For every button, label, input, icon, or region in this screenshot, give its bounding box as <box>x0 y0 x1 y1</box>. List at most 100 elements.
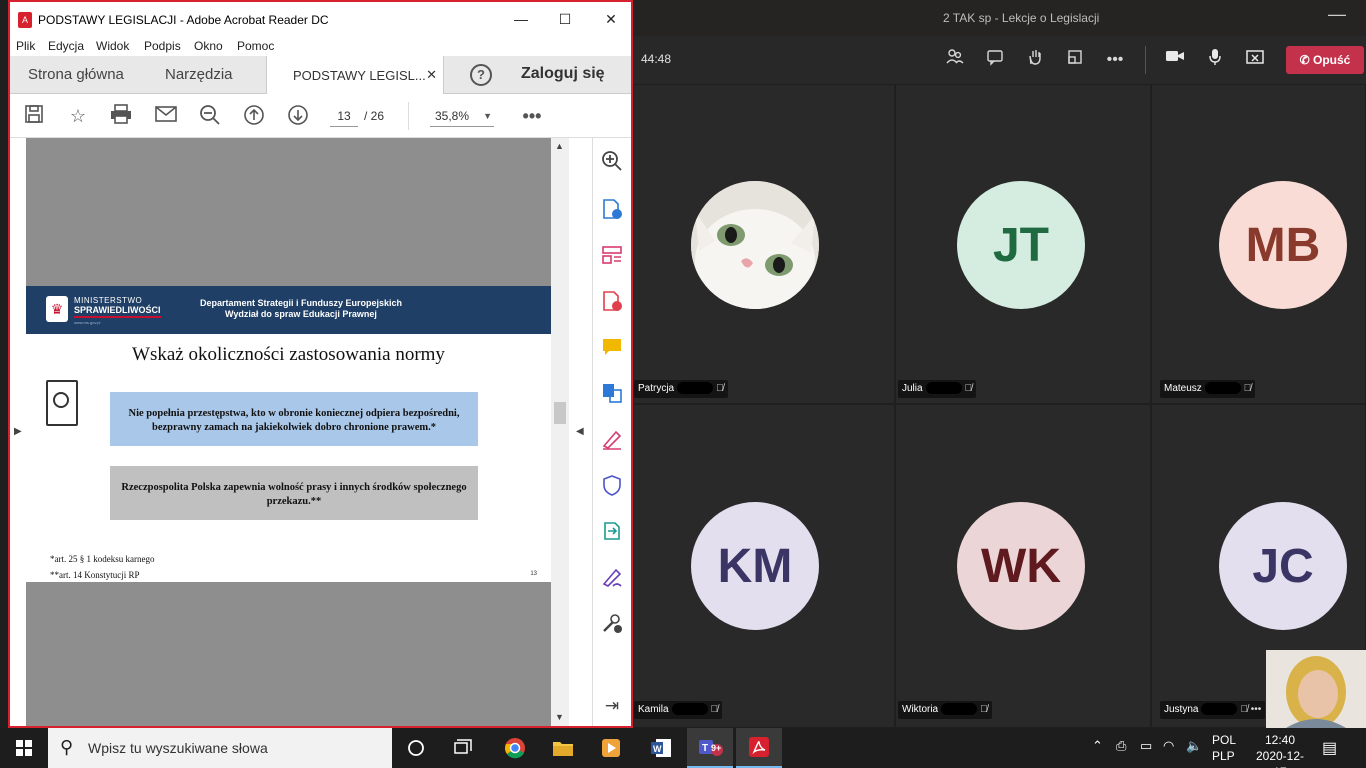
left-panel-toggle[interactable]: ▶ <box>10 138 26 726</box>
leave-meeting-button[interactable]: ✆ Opuść <box>1286 46 1364 74</box>
help-icon[interactable]: ? <box>470 64 492 86</box>
zoom-out-icon[interactable] <box>198 104 222 128</box>
protect-shield-icon[interactable] <box>600 474 624 498</box>
menu-plik[interactable]: Plik <box>16 39 35 53</box>
bookmark-star-icon[interactable]: ☆ <box>66 104 90 128</box>
participant-name-chip: Justyna 🎙̸ ••• <box>1160 701 1266 719</box>
participant-name-chip: Kamila 🎙̸ <box>634 701 723 719</box>
teams-minimize-button[interactable]: — <box>1328 4 1346 25</box>
signature-pen-icon[interactable] <box>600 566 624 590</box>
participant-name-chip: Wiktoria 🎙̸ <box>898 701 992 719</box>
chevron-right-icon: ▶ <box>14 426 22 437</box>
share-screen-icon[interactable] <box>1243 48 1267 72</box>
windows-start-icon[interactable] <box>0 728 48 768</box>
redaction-mark <box>671 703 708 716</box>
document-area: ▶ ♛ MINISTERSTWO SPRAWIEDLIWOŚCI www.ms.… <box>10 138 593 726</box>
media-player-icon[interactable] <box>588 728 634 768</box>
menu-okno[interactable]: Okno <box>194 39 223 53</box>
video-grid: Patrycja 🎙̸ JT Julia 🎙̸ MB Mateusz 🎙̸ KM Ka… <box>633 84 1366 728</box>
vertical-scrollbar[interactable]: ▲ ▼ <box>551 138 569 726</box>
redaction-mark <box>1201 703 1238 716</box>
comment-icon[interactable] <box>600 336 624 360</box>
minimize-button[interactable]: — <box>506 8 536 30</box>
mic-muted-icon: 🎙̸ <box>964 383 973 394</box>
page-view[interactable]: ♛ MINISTERSTWO SPRAWIEDLIWOŚCI www.ms.go… <box>26 138 551 726</box>
acrobat-tabs: Strona główna Narzędzia PODSTAWY LEGISL.… <box>10 56 631 94</box>
camera-icon[interactable] <box>1163 48 1187 72</box>
cortana-icon[interactable] <box>393 728 439 768</box>
acrobat-taskbar-icon[interactable] <box>736 728 782 768</box>
participant-tile[interactable]: WK Wiktoria 🎙̸ <box>895 404 1151 728</box>
more-tools-wrench-icon[interactable] <box>600 612 624 636</box>
norm-box-blue: Nie popełnia przestępstwa, kto w obronie… <box>110 392 478 446</box>
export-pdf-icon[interactable] <box>600 198 624 222</box>
search-placeholder: Wpisz tu wyszukiwane słowa <box>88 740 268 756</box>
volume-icon[interactable]: 🔈 <box>1186 738 1202 754</box>
chrome-icon[interactable] <box>492 728 538 768</box>
tray-chevron-up-icon[interactable]: ⌃ <box>1092 738 1103 754</box>
participant-tile[interactable]: Patrycja 🎙̸ <box>633 84 895 404</box>
zoom-in-icon[interactable] <box>600 150 624 174</box>
raise-hand-icon[interactable] <box>1023 48 1047 72</box>
sign-in-button[interactable]: Zaloguj się <box>521 65 605 83</box>
print-icon[interactable] <box>109 104 133 128</box>
save-icon[interactable] <box>22 104 46 128</box>
participant-tile[interactable]: MB Mateusz 🎙̸ <box>1151 84 1366 404</box>
wifi-icon[interactable]: ◠ <box>1163 738 1174 754</box>
breakout-rooms-icon[interactable] <box>1063 48 1087 72</box>
scroll-thumb[interactable] <box>554 402 566 424</box>
more-tools-icon[interactable]: ••• <box>520 104 544 128</box>
microphone-icon[interactable] <box>1203 48 1227 72</box>
input-language[interactable]: POL PLP <box>1212 732 1236 764</box>
battery-icon[interactable]: ▭ <box>1140 738 1152 754</box>
collapse-pane-icon[interactable]: ⇥ <box>600 694 624 718</box>
page-total: / 26 <box>364 109 385 123</box>
meeting-toolbar: 44:48 ••• ✆ Opuść <box>633 36 1366 84</box>
close-button[interactable]: ✕ <box>596 8 626 30</box>
menu-widok[interactable]: Widok <box>96 39 129 53</box>
next-page-icon[interactable] <box>286 104 310 128</box>
send-for-review-icon[interactable] <box>600 520 624 544</box>
maximize-button[interactable]: ☐ <box>550 8 580 30</box>
file-explorer-icon[interactable] <box>540 728 586 768</box>
menu-edycja[interactable]: Edycja <box>48 39 84 53</box>
tab-home[interactable]: Strona główna <box>28 56 124 94</box>
self-video-preview[interactable] <box>1266 650 1366 728</box>
word-icon[interactable]: W <box>638 728 684 768</box>
fill-sign-icon[interactable] <box>600 428 624 452</box>
zoom-value: 35,8% <box>435 109 470 123</box>
taskbar-search-box[interactable]: ⚲ Wpisz tu wyszukiwane słowa <box>48 728 392 768</box>
previous-page-icon[interactable] <box>242 104 266 128</box>
acrobat-toolbar: ☆ 13 / 26 35,8% ▼ ••• <box>10 94 631 138</box>
participant-name-chip: Mateusz 🎙̸ <box>1160 380 1256 398</box>
acrobat-window-title: PODSTAWY LEGISLACJI - Adobe Acrobat Read… <box>38 13 329 27</box>
task-view-icon[interactable] <box>440 728 486 768</box>
menu-pomoc[interactable]: Pomoc <box>237 39 274 53</box>
participant-tile[interactable]: JT Julia 🎙̸ <box>895 84 1151 404</box>
scroll-up-icon[interactable]: ▲ <box>555 141 564 151</box>
tab-tools[interactable]: Narzędzia <box>165 56 233 94</box>
menu-podpis[interactable]: Podpis <box>144 39 181 53</box>
more-actions-icon[interactable]: ••• <box>1103 48 1127 72</box>
scroll-down-icon[interactable]: ▼ <box>555 712 564 722</box>
zoom-select[interactable]: 35,8% ▼ <box>430 105 494 127</box>
participants-icon[interactable] <box>943 48 967 72</box>
chat-icon[interactable] <box>983 48 1007 72</box>
system-clock[interactable]: 12:40 2020-12-17 <box>1252 732 1308 768</box>
acrobat-titlebar: A PODSTAWY LEGISLACJI - Adobe Acrobat Re… <box>10 2 631 36</box>
tray-meet-icon[interactable]: ⎙ <box>1116 738 1126 754</box>
phone-hangup-icon: ✆ <box>1299 53 1314 67</box>
tab-document[interactable]: PODSTAWY LEGISL... ✕ <box>266 56 444 94</box>
page-number-input[interactable]: 13 <box>330 105 358 127</box>
create-pdf-icon[interactable] <box>600 290 624 314</box>
teams-taskbar-icon[interactable]: T 9+ <box>687 728 733 768</box>
ministry-line1: MINISTERSTWO <box>74 296 143 305</box>
right-panel-toggle[interactable]: ◀ <box>569 138 593 726</box>
combine-files-icon[interactable] <box>600 382 624 406</box>
redaction-mark <box>677 382 714 395</box>
notification-center-icon[interactable]: ▤ <box>1322 738 1337 758</box>
organize-pages-icon[interactable] <box>600 244 624 268</box>
email-icon[interactable] <box>154 104 178 128</box>
close-tab-icon[interactable]: ✕ <box>426 67 437 83</box>
participant-tile[interactable]: KM Kamila 🎙̸ <box>633 404 895 728</box>
